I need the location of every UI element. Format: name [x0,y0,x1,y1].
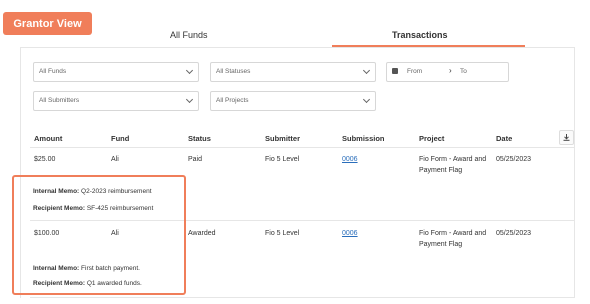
submission-link[interactable]: 0006 [342,229,358,239]
download-button[interactable] [559,130,574,145]
header-project: Project [419,134,445,143]
cell-status: Paid [188,156,203,163]
header-fund: Fund [111,134,130,143]
cell-project-line1: Fio Form - Award and [419,156,487,163]
cell-date: 05/25/2023 [496,156,532,163]
statuses-select-value: All Statuses [216,68,251,75]
header-date: Date [496,134,513,143]
cell-project-line2: Payment Flag [419,241,463,248]
memo-highlight-box [12,175,186,295]
calendar-icon [392,68,398,74]
header-amount: Amount [34,134,63,143]
header-submitter: Submitter [265,134,301,143]
header-submission: Submission [342,134,385,143]
download-icon [563,134,570,141]
projects-select[interactable]: All Projects [210,91,376,111]
chevron-down-icon [362,95,371,104]
statuses-select[interactable]: All Statuses [210,62,376,82]
funds-select-value: All Funds [39,68,67,75]
row-divider [30,297,575,298]
funds-select[interactable]: All Funds [33,62,199,82]
cell-submitter: Fio 5 Level [265,230,300,237]
submitters-select[interactable]: All Submitters [33,91,199,111]
projects-select-value: All Projects [216,97,249,104]
header-status: Status [188,134,211,143]
date-from-field[interactable]: From [407,68,422,75]
cell-project-line1: Fio Form - Award and [419,230,487,237]
submitters-select-value: All Submitters [39,97,80,104]
submission-link[interactable]: 0006 [342,155,358,165]
cell-date: 05/25/2023 [496,230,532,237]
chevron-down-icon [362,66,371,75]
date-to-field[interactable]: To [460,68,467,75]
header-divider [30,147,575,148]
arrow-right-icon: › [449,66,452,75]
cell-status: Awarded [188,230,216,237]
tab-transactions[interactable]: Transactions [392,30,448,40]
chevron-down-icon [185,95,194,104]
chevron-down-icon [185,66,194,75]
cell-amount: $25.00 [34,156,56,163]
date-range-picker[interactable]: From › To [386,62,509,82]
cell-project-line2: Payment Flag [419,167,463,174]
cell-submitter: Fio 5 Level [265,156,300,163]
tab-all-funds[interactable]: All Funds [170,30,208,40]
cell-fund: Ali [111,156,119,163]
